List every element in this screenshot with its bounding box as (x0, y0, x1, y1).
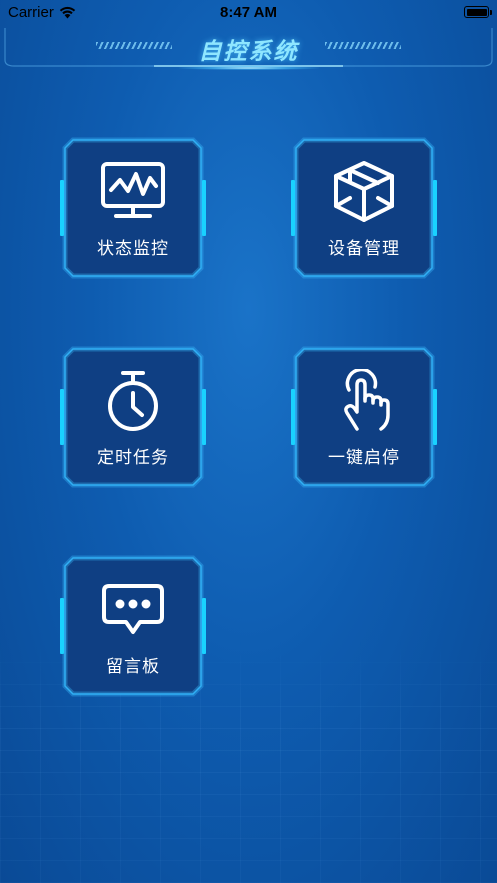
battery-fill (466, 8, 487, 16)
tile-message-board[interactable]: 留言板 (59, 552, 207, 700)
page-title: 自控系统 (198, 39, 299, 65)
battery-icon (464, 6, 492, 18)
cube-icon (329, 160, 399, 224)
tile-label: 留言板 (106, 657, 160, 677)
monitor-chart-icon (98, 160, 168, 224)
stopwatch-icon (98, 369, 168, 433)
tile-one-key-start-stop[interactable]: 一键启停 (290, 343, 438, 491)
tile-label: 一键启停 (328, 448, 400, 468)
page-header: 自控系统 (0, 26, 497, 72)
status-time: 8:47 AM (220, 4, 277, 21)
tile-label: 状态监控 (97, 239, 169, 259)
status-bar: Carrier 8:47 AM (0, 0, 497, 26)
tile-scheduled-task[interactable]: 定时任务 (59, 343, 207, 491)
tile-label: 设备管理 (328, 239, 400, 259)
message-bubble-icon (98, 578, 168, 642)
tile-status-monitor[interactable]: 状态监控 (59, 134, 207, 282)
tile-label: 定时任务 (97, 448, 169, 468)
tap-hand-icon (329, 369, 399, 433)
tile-device-management[interactable]: 设备管理 (290, 134, 438, 282)
header-glow (178, 66, 319, 70)
